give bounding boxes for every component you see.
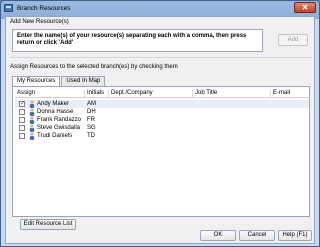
- resource-name: Andy Maker: [37, 101, 70, 107]
- title-bar[interactable]: Branch Resources ✕: [1, 1, 319, 15]
- table-row[interactable]: Frank Randazzo FR: [15, 116, 309, 124]
- divider: [10, 57, 312, 58]
- person-icon: [29, 132, 35, 140]
- tab-strip: My Resources Used In Map: [12, 76, 106, 87]
- assign-checkbox[interactable]: ✓: [19, 101, 25, 107]
- person-icon: [29, 124, 35, 132]
- help-button[interactable]: Help (F1): [278, 230, 312, 241]
- resource-initials: AM: [87, 101, 96, 107]
- resource-initials: TD: [87, 133, 95, 139]
- table-row[interactable]: Trudi Daniels TD: [15, 132, 309, 140]
- column-header-initials[interactable]: Initials: [85, 90, 109, 98]
- resource-name: Donna Hasse: [37, 109, 74, 115]
- assign-checkbox[interactable]: [19, 133, 25, 139]
- table-row[interactable]: ✓ Andy Maker AM: [15, 100, 309, 108]
- app-icon: [4, 4, 13, 12]
- grid-header: Assign Initials Dept./Company Job Title …: [15, 89, 309, 98]
- column-header-job-title[interactable]: Job Title: [193, 90, 271, 98]
- ok-button[interactable]: OK: [200, 230, 236, 241]
- add-button[interactable]: Add: [278, 34, 308, 46]
- close-button[interactable]: ✕: [294, 2, 316, 13]
- column-header-dept[interactable]: Dept./Company: [109, 90, 193, 98]
- table-row[interactable]: Steve Gwisdalla SG: [15, 124, 309, 132]
- resource-name: Frank Randazzo: [37, 117, 82, 123]
- dialog-body: Add New Resource(s) Enter the name(s) of…: [5, 16, 315, 244]
- resource-name: Steve Gwisdalla: [37, 125, 81, 131]
- cancel-button[interactable]: Cancel: [239, 230, 275, 241]
- resource-name-input[interactable]: Enter the name(s) of your resource(s) se…: [12, 29, 263, 52]
- resource-initials: SG: [87, 125, 96, 131]
- assign-section-label: Assign Resources to the selected branch(…: [10, 64, 178, 70]
- add-section-label: Add New Resource(s): [10, 19, 69, 25]
- person-icon: [29, 100, 35, 108]
- assign-checkbox[interactable]: [19, 117, 25, 123]
- resource-initials: DH: [87, 109, 96, 115]
- branch-resources-window: Branch Resources ✕ Add New Resource(s) E…: [0, 0, 320, 247]
- edit-resource-list-button[interactable]: Edit Resource List: [20, 219, 76, 230]
- column-header-assign[interactable]: Assign: [15, 90, 85, 98]
- resource-name: Trudi Daniels: [37, 133, 73, 139]
- column-header-email[interactable]: E-mail: [271, 90, 309, 98]
- window-title: Branch Resources: [17, 4, 71, 12]
- table-row[interactable]: Donna Hasse DH: [15, 108, 309, 116]
- assign-checkbox[interactable]: [19, 125, 25, 131]
- close-icon: ✕: [301, 3, 309, 12]
- resources-grid: Assign Initials Dept./Company Job Title …: [12, 86, 310, 217]
- person-icon: [29, 108, 35, 116]
- assign-checkbox[interactable]: [19, 109, 25, 115]
- resource-initials: FR: [87, 117, 95, 123]
- person-icon: [29, 116, 35, 124]
- tab-used-in-map[interactable]: Used In Map: [61, 76, 106, 86]
